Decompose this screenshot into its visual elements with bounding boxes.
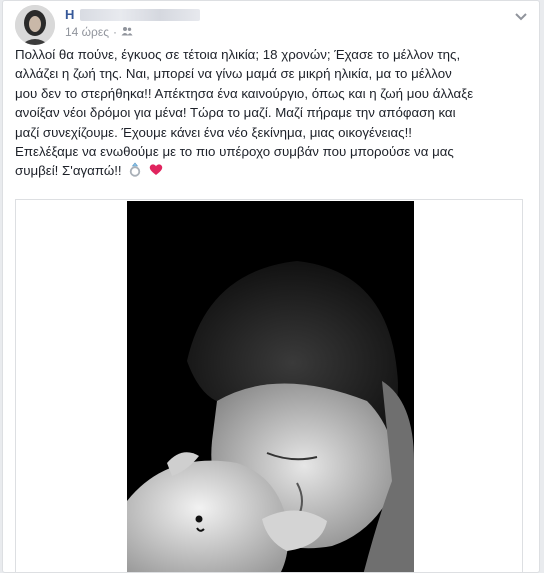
post-text-line-last: συμβεί! Σ'αγαπώ!! — [15, 161, 531, 182]
meta-separator: · — [113, 25, 118, 39]
friends-icon[interactable] — [121, 25, 133, 39]
post-meta: 14 ώρες · — [65, 25, 133, 39]
post-text-line: Πολλοί θα πούνε, έγκυος σε τέτοια ηλικία… — [15, 47, 461, 62]
avatar-image — [15, 5, 55, 45]
post-text-line: μαζί συνεχίζουμε. Έχουμε κάνει ένα νέο ξ… — [15, 124, 412, 140]
author-name-redacted — [80, 8, 201, 21]
author-avatar[interactable] — [15, 5, 55, 45]
photo-container[interactable] — [15, 199, 523, 572]
black-and-white-photo[interactable] — [127, 201, 414, 572]
post-text: Πολλοί θα πούνε, έγκυος σε τέτοια ηλικία… — [15, 45, 531, 182]
post-text-line: ανοίξαν νέοι δρόμοι για μένα! Τώρα το μα… — [15, 105, 456, 121]
post-text-line: μου δεν το στερήθηκα!! Απέκτησα ένα καιν… — [15, 85, 474, 101]
red-heart-icon — [149, 162, 163, 181]
post-text-line: αλλάζει η ζωή της. Ναι, μπορεί να γίνω μ… — [15, 66, 452, 82]
post-text-line: συμβεί! Σ'αγαπώ!! — [15, 163, 122, 179]
ring-icon — [128, 162, 142, 182]
author-name[interactable]: H — [65, 7, 201, 22]
chevron-down-icon[interactable] — [513, 11, 529, 23]
facebook-post: H 14 ώρες · Πολλοί θα πούνε, έγκυος σε τ… — [2, 0, 540, 573]
post-timestamp[interactable]: 14 ώρες — [65, 25, 109, 39]
post-text-line: Επελέξαμε να ενωθούμε με το πιο υπέροχο … — [15, 144, 454, 160]
author-initial[interactable]: H — [65, 7, 74, 22]
